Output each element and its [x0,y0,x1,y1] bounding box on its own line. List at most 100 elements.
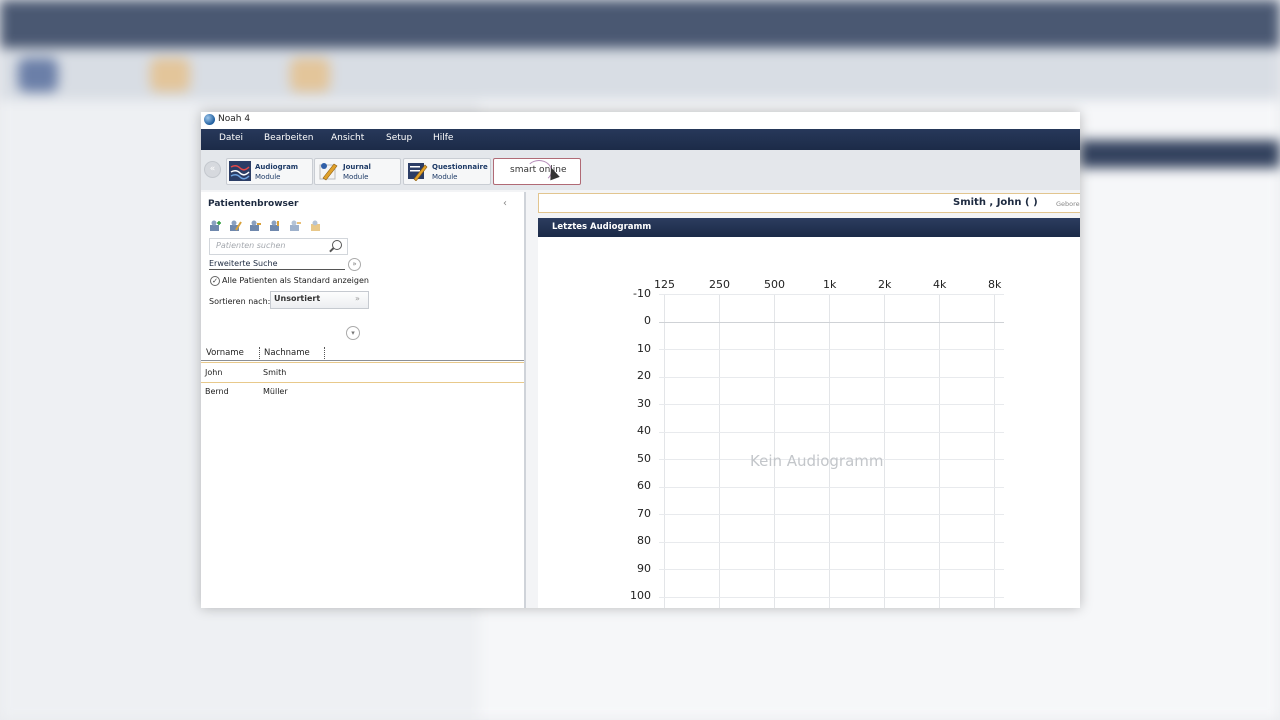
db-label: 90 [637,562,651,575]
background-icon [150,58,190,92]
db-label: 30 [637,397,651,410]
show-all-label: Alle Patienten als Standard anzeigen [222,276,369,285]
born-label: Gebore [1056,200,1080,208]
grid-horizontal-line [659,514,1004,515]
search-icon[interactable] [332,240,342,250]
expand-down-icon[interactable]: ▾ [346,326,360,340]
frequency-label-1k: 1k [823,278,837,291]
background-icon [290,58,330,92]
db-label: 0 [644,314,651,327]
background-titlebar [0,0,1280,48]
db-label: 100 [630,589,651,602]
patient-row[interactable]: John Smith [201,362,524,383]
audiogram-header: Letztes Audiogramm [538,218,1080,237]
sort-label: Sortieren nach: [209,297,271,306]
frequency-label-500: 500 [764,278,785,291]
grid-horizontal-line [659,321,1004,323]
column-header-vorname[interactable]: Vorname [206,348,244,358]
patient-info-bar: Smith , John ( ) Gebore [538,193,1080,213]
frequency-label-8k: 8k [988,278,1002,291]
frequency-label-4k: 4k [933,278,947,291]
show-all-checkbox[interactable]: ✓ [210,276,220,286]
grid-vertical-line [939,294,940,608]
grid-vertical-line [774,294,775,608]
patient-search-box [209,238,348,255]
edit-patient-icon[interactable] [229,220,242,232]
grid-vertical-line [994,294,995,608]
add-patient-icon[interactable] [209,220,222,232]
no-audiogram-message: Kein Audiogramm [750,452,884,470]
db-label: 10 [637,342,651,355]
grid-horizontal-line [659,404,1004,405]
grid-horizontal-line [659,596,1004,598]
frequency-label-250: 250 [709,278,730,291]
background-icon [18,58,58,92]
audiogram-module-button[interactable]: Audiogram Module [226,158,313,185]
sort-dropdown-value: Unsortiert [274,294,321,303]
title-bar: Noah 4 [201,112,1080,129]
grid-horizontal-line [659,486,1004,488]
journal-module-label: Journal Module [343,163,371,181]
menu-hilfe[interactable]: Hilfe [433,133,453,143]
patient-transfer-icon[interactable] [289,220,302,232]
sort-dropdown[interactable]: Unsortiert » [270,291,369,309]
grid-horizontal-line [659,349,1004,350]
journal-module-button[interactable]: Journal Module [314,158,401,185]
questionnaire-module-label: Questionnaire Module [432,163,488,181]
grid-horizontal-line [659,431,1004,433]
window-title: Noah 4 [218,114,251,124]
grid-horizontal-line [659,541,1004,543]
journal-pen-icon [319,163,338,181]
db-label: 60 [637,479,651,492]
grid-horizontal-line [659,376,1004,378]
menu-setup[interactable]: Setup [386,133,412,143]
collapse-chevron-icon[interactable]: ‹ [503,198,507,209]
noah-logo-icon [204,114,215,125]
grid-vertical-line [829,294,830,608]
module-toolbar: « Audiogram Module Journal Module Questi… [201,150,1080,190]
menu-ansicht[interactable]: Ansicht [331,133,364,143]
list-divider [201,360,524,361]
audiogram-title: Letztes Audiogramm [552,222,652,232]
db-label: 40 [637,424,651,437]
column-separator[interactable] [259,347,261,359]
menu-bearbeiten[interactable]: Bearbeiten [264,133,313,143]
patient-search-input[interactable] [216,241,326,250]
patient-export-icon[interactable] [249,220,262,232]
patient-browser-panel: Patientenbrowser ‹ Patienten suchen Erwe… [201,192,526,608]
audiogram-icon [229,161,251,181]
arrow-right-circle-icon[interactable]: » [348,258,361,271]
double-chevron-left-icon[interactable]: « [204,161,221,178]
menu-datei[interactable]: Datei [219,133,243,143]
column-header-nachname[interactable]: Nachname [264,348,310,358]
grid-vertical-line [884,294,885,608]
questionnaire-icon [408,163,428,181]
patient-row[interactable]: Bernd Müller [201,382,524,401]
smart-online-button[interactable]: smart online [493,158,581,185]
grid-vertical-line [664,294,665,608]
patient-browser-title: Patientenbrowser [208,199,299,209]
patient-last-name: Müller [263,387,288,396]
questionnaire-module-button[interactable]: Questionnaire Module [403,158,491,185]
patient-import-icon[interactable] [269,220,282,232]
grid-horizontal-line [659,569,1004,570]
main-window: Noah 4 Datei Bearbeiten Ansicht Setup Hi… [201,112,1080,608]
menu-bar: Datei Bearbeiten Ansicht Setup Hilfe [201,129,1080,150]
patient-first-name: John [205,368,223,377]
db-label: 70 [637,507,651,520]
grid-horizontal-line [659,294,1004,295]
advanced-search-link[interactable]: Erweiterte Suche [209,259,345,270]
chevron-down-icon: » [355,294,360,303]
db-label: 80 [637,534,651,547]
patient-last-name: Smith [263,368,287,377]
background-header-strip [1080,140,1280,168]
db-label: 20 [637,369,651,382]
frequency-label-2k: 2k [878,278,892,291]
column-separator[interactable] [324,347,326,359]
patient-name: Smith , John ( ) [953,197,1038,208]
patient-merge-icon[interactable] [309,220,322,232]
db-label: 50 [637,452,651,465]
grid-vertical-line [719,294,720,608]
frequency-label-125: 125 [654,278,675,291]
audiogram-panel: Letztes Audiogramm 125 250 500 1k 2k 4k … [538,218,1080,608]
